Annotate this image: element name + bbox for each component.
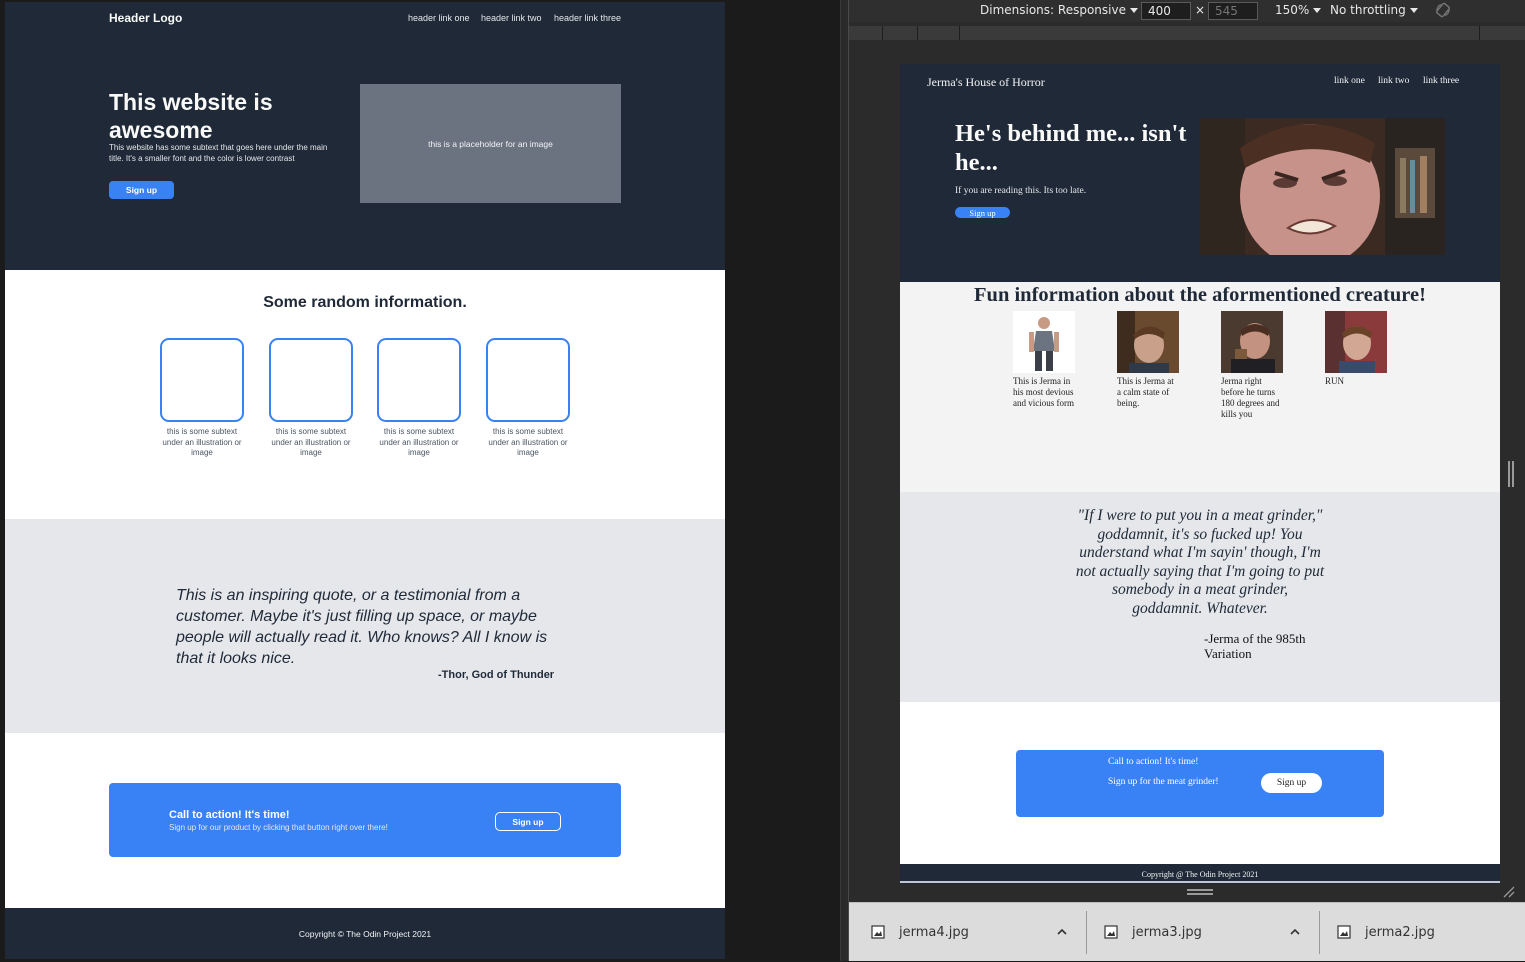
mockup-info-title: Some random information. bbox=[263, 294, 467, 311]
jerma-turning-image bbox=[1221, 311, 1283, 373]
mockup-illustration-box bbox=[160, 338, 244, 422]
pane-divider[interactable] bbox=[840, 0, 849, 961]
hero-face-image bbox=[1200, 118, 1445, 255]
resize-handle-right[interactable] bbox=[1508, 461, 1514, 487]
viewport-bottom-edge bbox=[900, 881, 1500, 883]
mockup-nav-link-two: header link two bbox=[481, 13, 542, 23]
resize-handle-bottom[interactable] bbox=[1187, 889, 1213, 895]
downloads-bar: jerma4.jpg jerma3.jpg jerma2.jpg bbox=[849, 902, 1525, 961]
zoom-dropdown[interactable]: 150% bbox=[1275, 3, 1322, 17]
responsive-viewport: Jerma's House of Horror link one link tw… bbox=[900, 64, 1500, 884]
jerma-run-image bbox=[1325, 311, 1387, 373]
mockup-cta-title: Call to action! It's time! bbox=[169, 809, 290, 821]
chevron-down-icon bbox=[1129, 8, 1138, 13]
jerma-figure-image bbox=[1013, 311, 1075, 373]
site-info-card: Jerma right before he turns 180 degrees … bbox=[1221, 311, 1283, 420]
site-cta-title: Call to action! It's time! bbox=[1108, 757, 1199, 767]
site-hero-subtext: If you are reading this. Its too late. bbox=[955, 186, 1087, 196]
mockup-cta-signup-button: Sign up bbox=[495, 812, 561, 831]
times-label: × bbox=[1195, 3, 1206, 17]
mockup-quote-author: -Thor, God of Thunder bbox=[438, 669, 555, 681]
site-nav-link-one[interactable]: link one bbox=[1334, 76, 1365, 86]
image-file-icon bbox=[871, 925, 885, 939]
site-card-caption: This is Jerma in his most devious and vi… bbox=[1013, 376, 1074, 408]
site-card-caption: Jerma right before he turns 180 degrees … bbox=[1221, 376, 1280, 419]
height-input[interactable] bbox=[1208, 2, 1258, 20]
mockup-nav-link-three: header link three bbox=[554, 13, 622, 23]
mockup-illustration-box bbox=[269, 338, 353, 422]
mockup-footer: Copyright © The Odin Project 2021 bbox=[5, 908, 725, 959]
site-cta-subtext: Sign up for the meat grinder! bbox=[1108, 777, 1219, 787]
download-item[interactable]: jerma3.jpg bbox=[1082, 903, 1319, 962]
site-info-card: RUN bbox=[1325, 311, 1387, 387]
site-quote: "If I were to put you in a meat grinder,… bbox=[1075, 507, 1325, 617]
site-info-title: Fun information about the aformentioned … bbox=[974, 284, 1426, 306]
site-cta-signup-button[interactable]: Sign up bbox=[1261, 773, 1322, 793]
mockup-info-card: this is some subtext under an illustrati… bbox=[377, 338, 461, 459]
download-item[interactable]: jerma2.jpg bbox=[1315, 903, 1525, 962]
mockup-card-caption: this is some subtext under an illustrati… bbox=[271, 427, 351, 457]
mockup-info-card: this is some subtext under an illustrati… bbox=[269, 338, 353, 459]
mockup-info-card: this is some subtext under an illustrati… bbox=[486, 338, 570, 459]
design-mockup: Header Logo header link one header link … bbox=[5, 2, 725, 959]
rotate-icon[interactable] bbox=[1435, 2, 1451, 18]
resize-corner-icon[interactable] bbox=[1501, 884, 1515, 898]
mockup-quote: This is an inspiring quote, or a testimo… bbox=[176, 587, 548, 667]
image-file-icon bbox=[1337, 925, 1351, 939]
zoom-label: 150% bbox=[1275, 3, 1310, 17]
mockup-hero-signup-button: Sign up bbox=[109, 181, 174, 199]
download-filename: jerma2.jpg bbox=[1365, 925, 1435, 940]
mockup-illustration-box bbox=[377, 338, 461, 422]
site-logo[interactable]: Jerma's House of Horror bbox=[927, 75, 1045, 90]
mockup-header-logo: Header Logo bbox=[109, 11, 183, 25]
site-nav-link-three[interactable]: link three bbox=[1423, 76, 1459, 86]
download-filename: jerma4.jpg bbox=[899, 925, 969, 940]
chevron-down-icon bbox=[1313, 8, 1322, 13]
width-input[interactable] bbox=[1141, 2, 1191, 20]
site-info-card: This is Jerma at a calm state of being. bbox=[1117, 311, 1179, 409]
chevron-down-icon bbox=[1409, 8, 1418, 13]
chevron-up-icon[interactable] bbox=[1056, 927, 1068, 937]
download-item[interactable]: jerma4.jpg bbox=[849, 903, 1086, 962]
mockup-cta-box: Call to action! It's time! Sign up for o… bbox=[109, 783, 621, 857]
dimensions-label: Dimensions: Responsive bbox=[980, 3, 1126, 17]
mockup-info-card: this is some subtext under an illustrati… bbox=[160, 338, 244, 459]
mockup-card-caption: this is some subtext under an illustrati… bbox=[379, 427, 459, 457]
site-nav-link-two[interactable]: link two bbox=[1378, 76, 1409, 86]
site-quote-author: -Jerma of the 985th Variation bbox=[1204, 631, 1306, 661]
site-card-caption: This is Jerma at a calm state of being. bbox=[1117, 376, 1174, 408]
jerma-calm-image bbox=[1117, 311, 1179, 373]
mockup-nav-link-one: header link one bbox=[408, 13, 470, 23]
mockup-image-placeholder: this is a placeholder for an image bbox=[360, 84, 621, 203]
mockup-illustration-box bbox=[486, 338, 570, 422]
mockup-card-caption: this is some subtext under an illustrati… bbox=[162, 427, 242, 457]
device-toolbar: Dimensions: Responsive × 150% No throttl… bbox=[849, 0, 1525, 22]
site-card-caption: RUN bbox=[1325, 376, 1345, 386]
mockup-hero-subtext: This website has some subtext that goes … bbox=[109, 143, 328, 163]
site-info-card: This is Jerma in his most devious and vi… bbox=[1013, 311, 1075, 409]
mockup-card-caption: this is some subtext under an illustrati… bbox=[488, 427, 568, 457]
mockup-cta-subtext: Sign up for our product by clicking that… bbox=[169, 823, 388, 832]
image-file-icon bbox=[1104, 925, 1118, 939]
site-hero-title: He's behind me... isn't he... bbox=[955, 120, 1187, 176]
site-cta-box: Call to action! It's time! Sign up for t… bbox=[1016, 750, 1384, 817]
chevron-up-icon[interactable] bbox=[1289, 927, 1301, 937]
site-info-section bbox=[900, 282, 1500, 492]
throttling-label: No throttling bbox=[1330, 3, 1406, 17]
devtools-device-toolbar-pane: Dimensions: Responsive × 150% No throttl… bbox=[849, 0, 1525, 902]
download-filename: jerma3.jpg bbox=[1132, 925, 1202, 940]
throttling-dropdown[interactable]: No throttling bbox=[1330, 3, 1418, 17]
dimensions-dropdown[interactable]: Dimensions: Responsive bbox=[980, 3, 1138, 17]
site-hero-signup-button[interactable]: Sign up bbox=[955, 207, 1010, 218]
mockup-hero-title: This website is awesome bbox=[109, 89, 273, 143]
media-query-ruler[interactable] bbox=[849, 26, 1525, 40]
